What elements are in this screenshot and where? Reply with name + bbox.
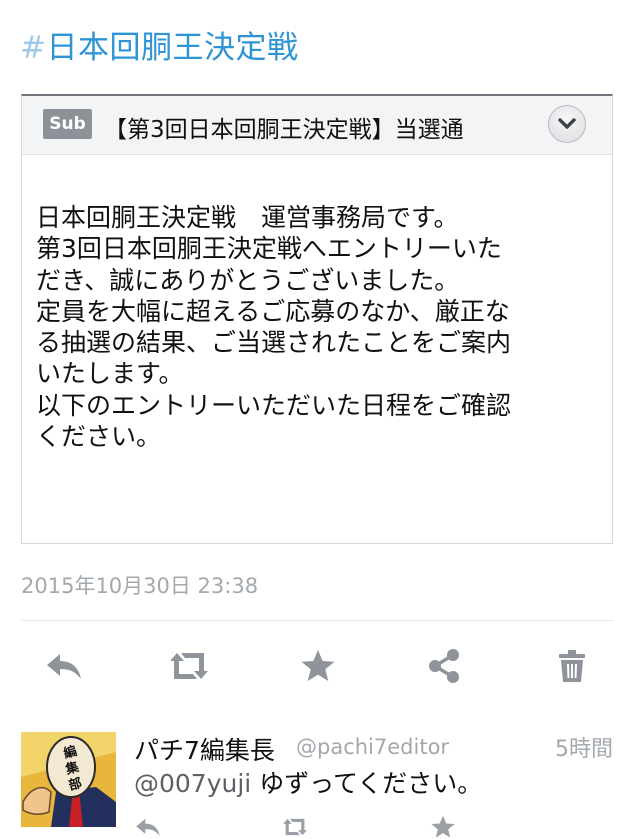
body-line: 日本回胴王決定戦 運営事務局です。 (36, 203, 459, 232)
message-subject: 【第3回日本回胴王決定戦】当選通 (104, 117, 464, 143)
hashtag-text: 日本回胴王決定戦 (46, 30, 299, 66)
reply-reply-button[interactable] (133, 814, 163, 839)
reply-arrow-icon (47, 654, 81, 679)
body-line: ください。 (36, 422, 162, 452)
sub-badge: Sub (43, 109, 92, 139)
mention-link[interactable]: @007yuji (134, 769, 251, 798)
message-body: 日本回胴王決定戦 運営事務局です。 第3回日本回胴王決定戦へエントリーいた だき… (36, 202, 606, 452)
reply-tweet[interactable]: 編 集 部 パチ7編集長 @pachi7editor 5時間 @007yuji … (0, 704, 635, 839)
star-icon (431, 815, 455, 838)
share-button[interactable] (418, 640, 470, 692)
body-line: 以下のエントリーいただいた日程をご確認 (36, 390, 512, 420)
avatar-illustration: 編 集 部 (21, 732, 116, 827)
reply-message: ゆずってください。 (251, 769, 483, 798)
reply-text: @007yuji ゆずってください。 (134, 764, 482, 800)
body-line: る抽選の結果、ご当選されたことをご案内 (36, 328, 512, 358)
divider (21, 620, 614, 621)
reply-arrow-icon (136, 818, 160, 836)
body-line: 第3回日本回胴王決定戦へエントリーいた (36, 234, 502, 264)
hashtag-title[interactable]: #日本回胴王決定戦 (20, 22, 298, 67)
reply-author-handle[interactable]: @pachi7editor (296, 735, 449, 759)
body-line: いたします。 (36, 359, 184, 389)
hashtag-symbol: # (20, 30, 47, 66)
delete-button[interactable] (546, 640, 598, 692)
reply-author-name[interactable]: パチ7編集長 (134, 731, 275, 767)
expand-button[interactable] (548, 105, 586, 143)
reply-time: 5時間 (555, 737, 613, 762)
star-icon (301, 650, 335, 681)
retweet-icon (170, 653, 208, 679)
avatar[interactable]: 編 集 部 (21, 732, 116, 827)
retweet-icon (283, 818, 307, 835)
favorite-button[interactable] (292, 640, 344, 692)
reply-button[interactable] (38, 640, 90, 692)
chevron-down-icon (558, 118, 576, 129)
message-card: Sub 【第3回日本回胴王決定戦】当選通 日本回胴王決定戦 運営事務局です。 第… (21, 94, 613, 544)
reply-retweet-button[interactable] (280, 814, 310, 839)
message-header[interactable]: Sub 【第3回日本回胴王決定戦】当選通 (22, 96, 612, 155)
trash-icon (559, 650, 585, 682)
share-icon (429, 649, 459, 683)
body-line: だき、誠にありがとうございました。 (36, 265, 460, 295)
reply-favorite-button[interactable] (428, 814, 458, 839)
retweet-button[interactable] (163, 640, 215, 692)
tweet-timestamp: 2015年10月30日 23:38 (21, 574, 259, 598)
body-line: 定員を大幅に超えるご応募のなか、厳正な (36, 296, 510, 326)
